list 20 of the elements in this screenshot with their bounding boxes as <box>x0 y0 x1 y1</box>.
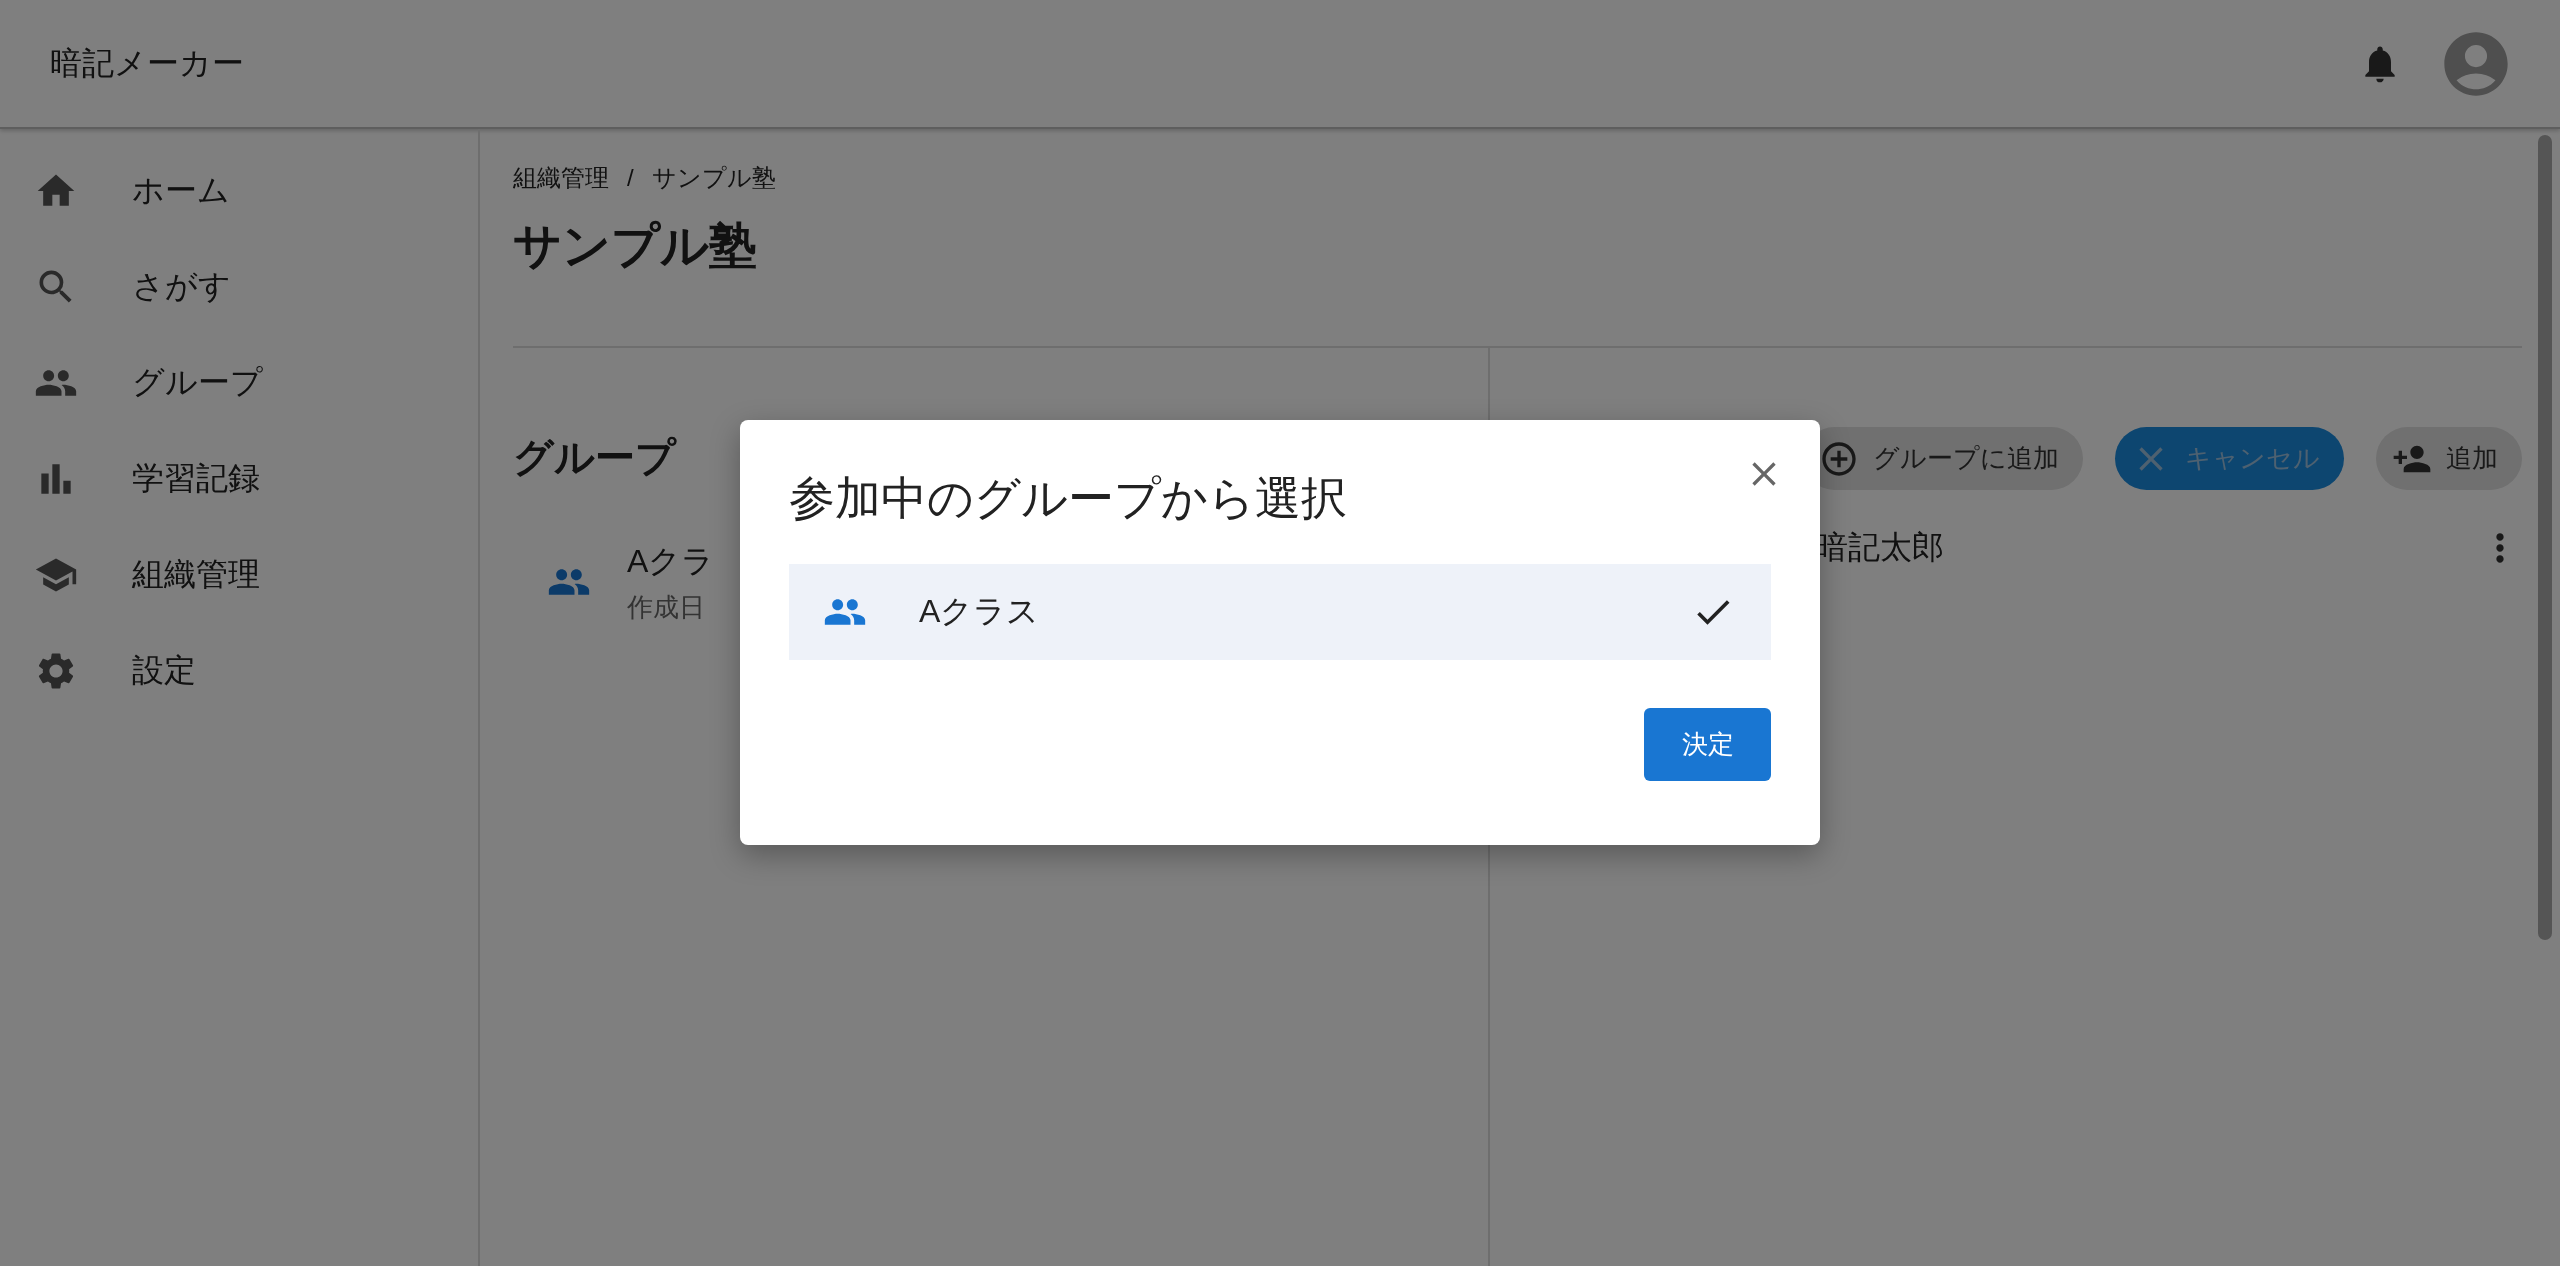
section-title: グループ <box>513 434 678 481</box>
breadcrumb[interactable]: サンプル塾 <box>651 161 776 195</box>
option-label: Aクラス <box>919 592 1041 631</box>
group-option[interactable]: Aクラス <box>789 564 1771 660</box>
nav-item[interactable]: さがす <box>132 265 231 309</box>
confirm-button[interactable]: 決定 <box>1644 708 1771 781</box>
nav-item[interactable]: 設定 <box>132 649 196 693</box>
scrollbar[interactable] <box>2538 135 2552 940</box>
breadcrumb-separator: / <box>627 163 634 193</box>
add-button[interactable]: 追加 <box>2376 427 2522 490</box>
nav-item[interactable]: 組織管理 <box>132 553 260 597</box>
breadcrumb[interactable]: 組織管理 <box>513 161 609 195</box>
group-name[interactable]: Aクラ <box>627 539 715 584</box>
nav-item[interactable]: ホーム <box>132 169 230 213</box>
dialog-title: 参加中のグループから選択 <box>789 471 1348 526</box>
group-date: 作成日 <box>627 590 706 624</box>
app-title: 暗記メーカー <box>50 43 245 83</box>
nav-item[interactable]: 学習記録 <box>132 457 260 501</box>
page-title: サンプル塾 <box>513 218 758 274</box>
nav-item[interactable]: グループ <box>132 361 263 405</box>
